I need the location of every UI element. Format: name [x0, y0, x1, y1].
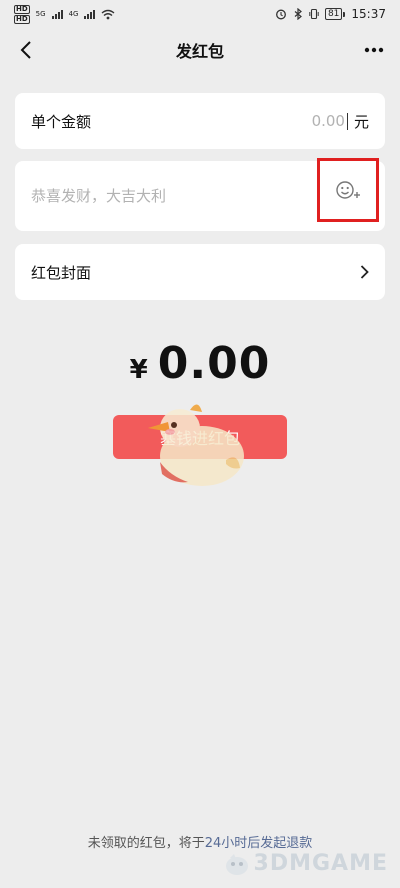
amount-field-wrap: 元 — [284, 111, 369, 132]
hd-badge: HD — [14, 14, 30, 24]
nav-bar: 发红包 — [0, 28, 400, 72]
hd-badge: HD — [14, 4, 30, 14]
cover-label: 红包封面 — [31, 263, 92, 282]
watermark-text: 3DMGAME — [253, 851, 388, 876]
hd-badges: HD HD — [14, 4, 30, 24]
clock: 15:37 — [351, 7, 386, 21]
greeting-row — [15, 158, 385, 231]
watermark: 3DMGAME — [224, 851, 388, 876]
battery-icon: 81 — [324, 8, 346, 20]
chevron-right-icon — [360, 265, 369, 279]
signal-icon — [51, 9, 63, 19]
currency-symbol: ¥ — [129, 355, 148, 385]
chevron-left-icon — [20, 41, 31, 59]
more-button[interactable] — [358, 34, 390, 66]
status-bar: HD HD 5G 4G 81 15:37 — [0, 0, 400, 28]
network-label: 4G — [68, 10, 79, 18]
vibrate-icon — [309, 8, 319, 20]
emoji-button[interactable] — [317, 158, 379, 222]
signal-icon — [84, 9, 96, 19]
refund-note-text: 未领取的红包，将于 — [87, 836, 205, 851]
amount-input[interactable] — [284, 112, 345, 130]
refund-note-link[interactable]: 24小时后发起退款 — [205, 836, 313, 851]
status-left: HD HD 5G 4G — [14, 4, 115, 24]
amount-unit: 元 — [353, 112, 369, 131]
cover-row[interactable]: 红包封面 — [15, 244, 385, 300]
wifi-icon — [102, 9, 115, 19]
battery-level: 81 — [324, 8, 343, 20]
network-label: 5G — [35, 10, 46, 18]
page-title: 发红包 — [175, 42, 224, 61]
bluetooth-icon — [294, 8, 302, 20]
total-value: 0.00 — [157, 338, 271, 389]
submit-button[interactable]: 塞钱进红包 — [113, 415, 287, 459]
refund-note: 未领取的红包，将于24小时后发起退款 — [0, 832, 400, 851]
watermark-logo-icon — [225, 853, 248, 875]
status-right: 81 15:37 — [275, 7, 386, 21]
total-amount: ¥ 0.00 — [0, 338, 400, 389]
back-button[interactable] — [10, 34, 42, 66]
text-caret — [346, 112, 348, 130]
amount-row: 单个金额 元 — [15, 93, 385, 149]
alarm-icon — [276, 9, 286, 20]
more-dots-icon — [364, 47, 384, 53]
add-emoji-icon — [336, 181, 360, 199]
amount-label: 单个金额 — [31, 112, 92, 131]
